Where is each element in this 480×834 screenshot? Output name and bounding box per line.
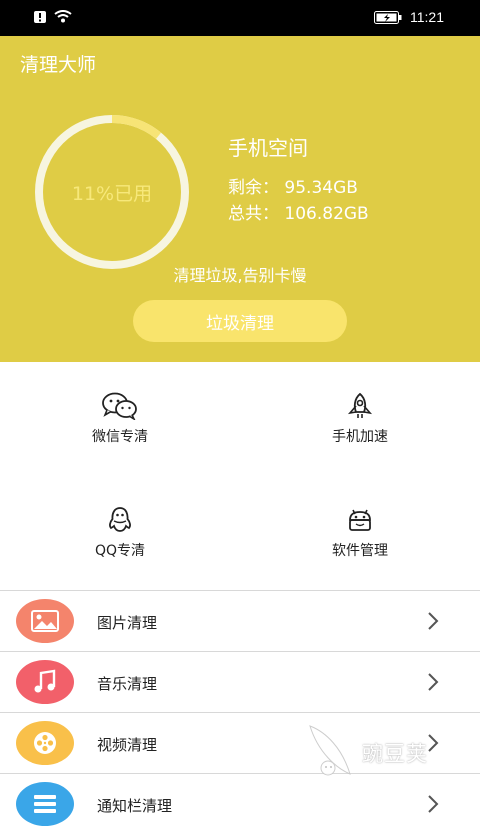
status-bar: 11:21	[0, 0, 480, 36]
android-icon	[349, 509, 371, 531]
list-item-music-clean[interactable]: 音乐清理	[0, 651, 480, 712]
battery-icon	[374, 10, 402, 24]
list-item-label: 视频清理	[97, 736, 158, 754]
storage-info: 手机空间 剩余： 95.34GB 总共： 106.82GB	[228, 132, 369, 227]
storage-total: 总共： 106.82GB	[228, 204, 369, 224]
picture-icon	[16, 599, 74, 643]
storage-remaining: 剩余： 95.34GB	[228, 178, 358, 198]
chevron-right-icon	[428, 673, 439, 691]
list-item-label: 图片清理	[97, 614, 158, 632]
music-note-icon	[16, 660, 74, 704]
status-left	[34, 10, 72, 23]
chevron-right-icon	[428, 612, 439, 630]
chevron-right-icon	[428, 795, 439, 813]
storage-hero: 清理大师 11%已用 手机空间 剩余： 95.34GB 总共： 106.82GB…	[0, 36, 480, 362]
tool-phone-boost[interactable]: 手机加速	[240, 362, 480, 476]
list-item-notification-clean[interactable]: 通知栏清理	[0, 773, 480, 834]
watermark-text: 豌豆荚	[362, 742, 428, 766]
tool-label: QQ专清	[94, 543, 146, 559]
wechat-icon	[102, 392, 137, 420]
status-time: 11:21	[410, 9, 444, 25]
list-item-picture-clean[interactable]: 图片清理	[0, 590, 480, 651]
rocket-icon	[347, 392, 373, 418]
film-reel-icon	[16, 721, 74, 765]
list-item-label: 通知栏清理	[97, 797, 173, 815]
tool-wechat-clean[interactable]: 微信专清	[0, 362, 240, 476]
app-title: 清理大师	[20, 54, 97, 76]
tool-label: 软件管理	[332, 543, 388, 559]
clean-list: 图片清理 音乐清理 视频清理 通知栏清理	[0, 590, 480, 834]
storage-used-label: 11%已用	[71, 182, 153, 205]
status-right: 11:21	[374, 9, 444, 25]
tool-qq-clean[interactable]: QQ专清	[0, 476, 240, 590]
storage-title: 手机空间	[228, 136, 308, 160]
notification-icon	[16, 782, 74, 826]
slogan: 清理垃圾,告别卡慢	[173, 266, 307, 285]
tool-label: 微信专清	[92, 429, 148, 445]
junk-clean-button[interactable]: 垃圾清理	[133, 300, 347, 342]
tools-grid: 微信专清 手机加速 QQ专清 软件管理	[0, 362, 480, 590]
tool-app-manager[interactable]: 软件管理	[240, 476, 480, 590]
alert-icon	[34, 10, 46, 23]
tool-label: 手机加速	[332, 429, 388, 445]
list-item-label: 音乐清理	[97, 675, 158, 693]
qq-penguin-icon	[109, 507, 131, 532]
wifi-icon	[54, 10, 72, 23]
